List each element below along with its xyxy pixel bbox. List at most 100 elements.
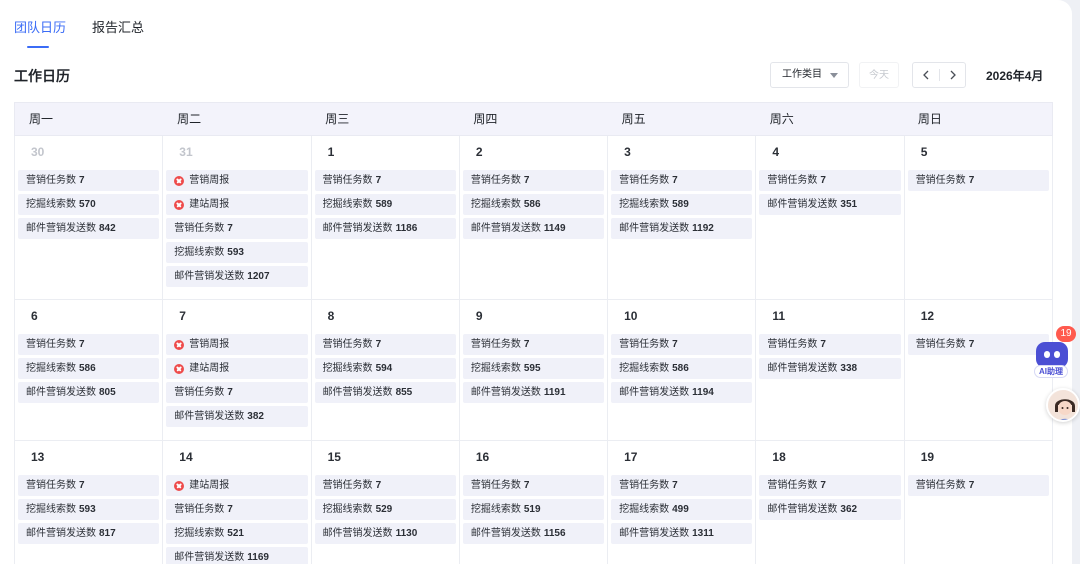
metric-chip[interactable]: 邮件营销发送数 351 [759,194,901,215]
day-cell[interactable]: 10 营销任务数 7 挖掘线索数 586 邮件营销发送数 1194 [608,300,757,441]
day-cell[interactable]: 6 营销任务数 7 挖掘线索数 586 邮件营销发送数 805 [15,300,164,441]
metric-chip[interactable]: 邮件营销发送数 362 [759,499,901,520]
metric-chip[interactable]: 邮件营销发送数 817 [18,523,160,544]
day-cell[interactable]: 8 营销任务数 7 挖掘线索数 594 邮件营销发送数 855 [311,300,460,441]
metric-chip[interactable]: 挖掘线索数 499 [611,499,753,520]
metric-chip[interactable]: 营销任务数 7 [166,382,308,403]
next-month-button[interactable] [940,63,966,87]
chip-value: 519 [523,504,541,515]
day-cell[interactable]: 17 营销任务数 7 挖掘线索数 499 邮件营销发送数 1311 [608,441,757,564]
metric-chip[interactable]: 挖掘线索数 593 [166,242,308,263]
day-cell[interactable]: 1 营销任务数 7 挖掘线索数 589 邮件营销发送数 1186 [311,136,460,300]
metric-chip[interactable]: 营销任务数 7 [18,334,160,355]
day-cell[interactable]: 18 营销任务数 7 邮件营销发送数 362 [756,441,905,564]
day-number: 19 [920,450,935,464]
work-type-select[interactable]: 工作类目 [770,62,849,88]
metric-chip[interactable]: 营销任务数 7 [907,334,1049,355]
chevron-right-icon [950,70,956,80]
metric-chip[interactable]: 营销任务数 7 [462,170,605,191]
metric-chip[interactable]: 邮件营销发送数 842 [18,218,160,239]
metric-chip[interactable]: 营销任务数 7 [611,334,753,355]
report-status-icon [174,339,185,350]
metric-chip[interactable]: 挖掘线索数 589 [611,194,753,215]
metric-chip[interactable]: 营销任务数 7 [18,170,160,191]
day-cell[interactable]: 11 营销任务数 7 邮件营销发送数 338 [756,300,905,441]
metric-chip[interactable]: 挖掘线索数 529 [314,499,456,520]
chip-value: 1130 [395,528,418,539]
metric-chip[interactable]: 挖掘线索数 593 [18,499,160,520]
metric-chip[interactable]: 营销任务数 7 [759,475,901,496]
day-cell[interactable]: 7 营销周报 建站周报 营销任务数 7 邮件营销发送数 382 [163,300,312,441]
day-cell[interactable]: 4 营销任务数 7 邮件营销发送数 351 [756,136,905,300]
report-chip[interactable]: 营销周报 [166,170,308,191]
metric-chip[interactable]: 营销任务数 7 [462,334,605,355]
tab-report-summary[interactable]: 报告汇总 [92,20,144,48]
ai-assistant-button[interactable]: 19 AI助理 [1034,326,1076,380]
metric-chip[interactable]: 邮件营销发送数 1194 [611,382,753,403]
metric-chip[interactable]: 营销任务数 7 [611,170,753,191]
day-cell[interactable]: 15 营销任务数 7 挖掘线索数 529 邮件营销发送数 1130 [312,441,460,564]
day-cell[interactable]: 31 营销周报 建站周报 营销任务数 7 挖掘线索数 593 邮件营销发送数 1207 [163,136,312,300]
metric-chip[interactable]: 营销任务数 7 [314,334,456,355]
today-button[interactable]: 今天 [859,62,899,88]
metric-chip[interactable]: 营销任务数 7 [166,218,308,239]
tab-team-calendar[interactable]: 团队日历 [14,20,66,48]
metric-chip[interactable]: 营销任务数 7 [314,475,456,496]
metric-chip[interactable]: 营销任务数 7 [166,499,308,520]
metric-chip[interactable]: 邮件营销发送数 338 [759,358,901,379]
metric-chip[interactable]: 邮件营销发送数 1130 [314,523,456,544]
metric-chip[interactable]: 挖掘线索数 570 [18,194,160,215]
chip-label: 邮件营销发送数 [174,271,245,282]
metric-chip[interactable]: 邮件营销发送数 855 [314,382,456,403]
day-cell[interactable]: 9 营销任务数 7 挖掘线索数 595 邮件营销发送数 1191 [459,300,609,441]
day-cell[interactable]: 5 营销任务数 7 [904,136,1053,300]
metric-chip[interactable]: 挖掘线索数 595 [462,358,605,379]
day-cell[interactable]: 19 营销任务数 7 [905,441,1053,564]
metric-chip[interactable]: 营销任务数 7 [314,170,456,191]
metric-chip[interactable]: 挖掘线索数 586 [611,358,753,379]
day-cell[interactable]: 14 建站周报 营销任务数 7 挖掘线索数 521 邮件营销发送数 1169 [163,441,312,564]
metric-chip[interactable]: 邮件营销发送数 1207 [166,266,308,287]
metric-chip[interactable]: 挖掘线索数 594 [314,358,456,379]
day-number: 12 [920,309,935,323]
chip-value: 593 [79,504,96,515]
chip-value: 595 [523,363,541,374]
day-cell[interactable]: 16 营销任务数 7 挖掘线索数 519 邮件营销发送数 1156 [460,441,609,564]
day-cell[interactable]: 30 营销任务数 7 挖掘线索数 570 邮件营销发送数 842 [15,136,164,300]
user-avatar[interactable] [1046,388,1080,422]
metric-chip[interactable]: 挖掘线索数 589 [314,194,456,215]
metric-chip[interactable]: 营销任务数 7 [611,475,753,496]
metric-chip[interactable]: 邮件营销发送数 1311 [611,523,753,544]
metric-chip[interactable]: 邮件营销发送数 1156 [462,523,605,544]
day-cell[interactable]: 13 营销任务数 7 挖掘线索数 593 邮件营销发送数 817 [15,441,164,564]
chip-label: 建站周报 [189,480,230,491]
metric-chip[interactable]: 营销任务数 7 [907,170,1049,191]
metric-chip[interactable]: 营销任务数 7 [462,475,605,496]
metric-chip[interactable]: 邮件营销发送数 1191 [462,382,605,403]
chip-label: 营销任务数 [174,504,225,515]
report-chip[interactable]: 建站周报 [166,358,308,379]
metric-chip[interactable]: 挖掘线索数 521 [166,523,308,544]
metric-chip[interactable]: 营销任务数 7 [907,475,1049,496]
metric-chip[interactable]: 营销任务数 7 [759,170,901,191]
report-chip[interactable]: 营销周报 [166,334,308,355]
metric-chip[interactable]: 营销任务数 7 [759,334,901,355]
metric-chip[interactable]: 邮件营销发送数 1169 [166,547,308,564]
day-cell[interactable]: 3 营销任务数 7 挖掘线索数 589 邮件营销发送数 1192 [608,136,757,300]
metric-chip[interactable]: 挖掘线索数 519 [462,499,605,520]
metric-chip[interactable]: 邮件营销发送数 1192 [611,218,753,239]
chip-label: 邮件营销发送数 [26,528,96,539]
chip-value: 7 [523,339,530,350]
metric-chip[interactable]: 邮件营销发送数 1149 [462,218,605,239]
metric-chip[interactable]: 邮件营销发送数 1186 [314,218,456,239]
report-chip[interactable]: 建站周报 [166,194,308,215]
day-cell[interactable]: 2 营销任务数 7 挖掘线索数 586 邮件营销发送数 1149 [459,136,609,300]
metric-chip[interactable]: 营销任务数 7 [18,475,160,496]
day-cell[interactable]: 12 营销任务数 7 [904,300,1053,441]
report-chip[interactable]: 建站周报 [166,475,308,496]
metric-chip[interactable]: 邮件营销发送数 805 [18,382,160,403]
metric-chip[interactable]: 邮件营销发送数 382 [166,406,308,427]
metric-chip[interactable]: 挖掘线索数 586 [462,194,605,215]
metric-chip[interactable]: 挖掘线索数 586 [18,358,160,379]
prev-month-button[interactable] [913,63,939,87]
